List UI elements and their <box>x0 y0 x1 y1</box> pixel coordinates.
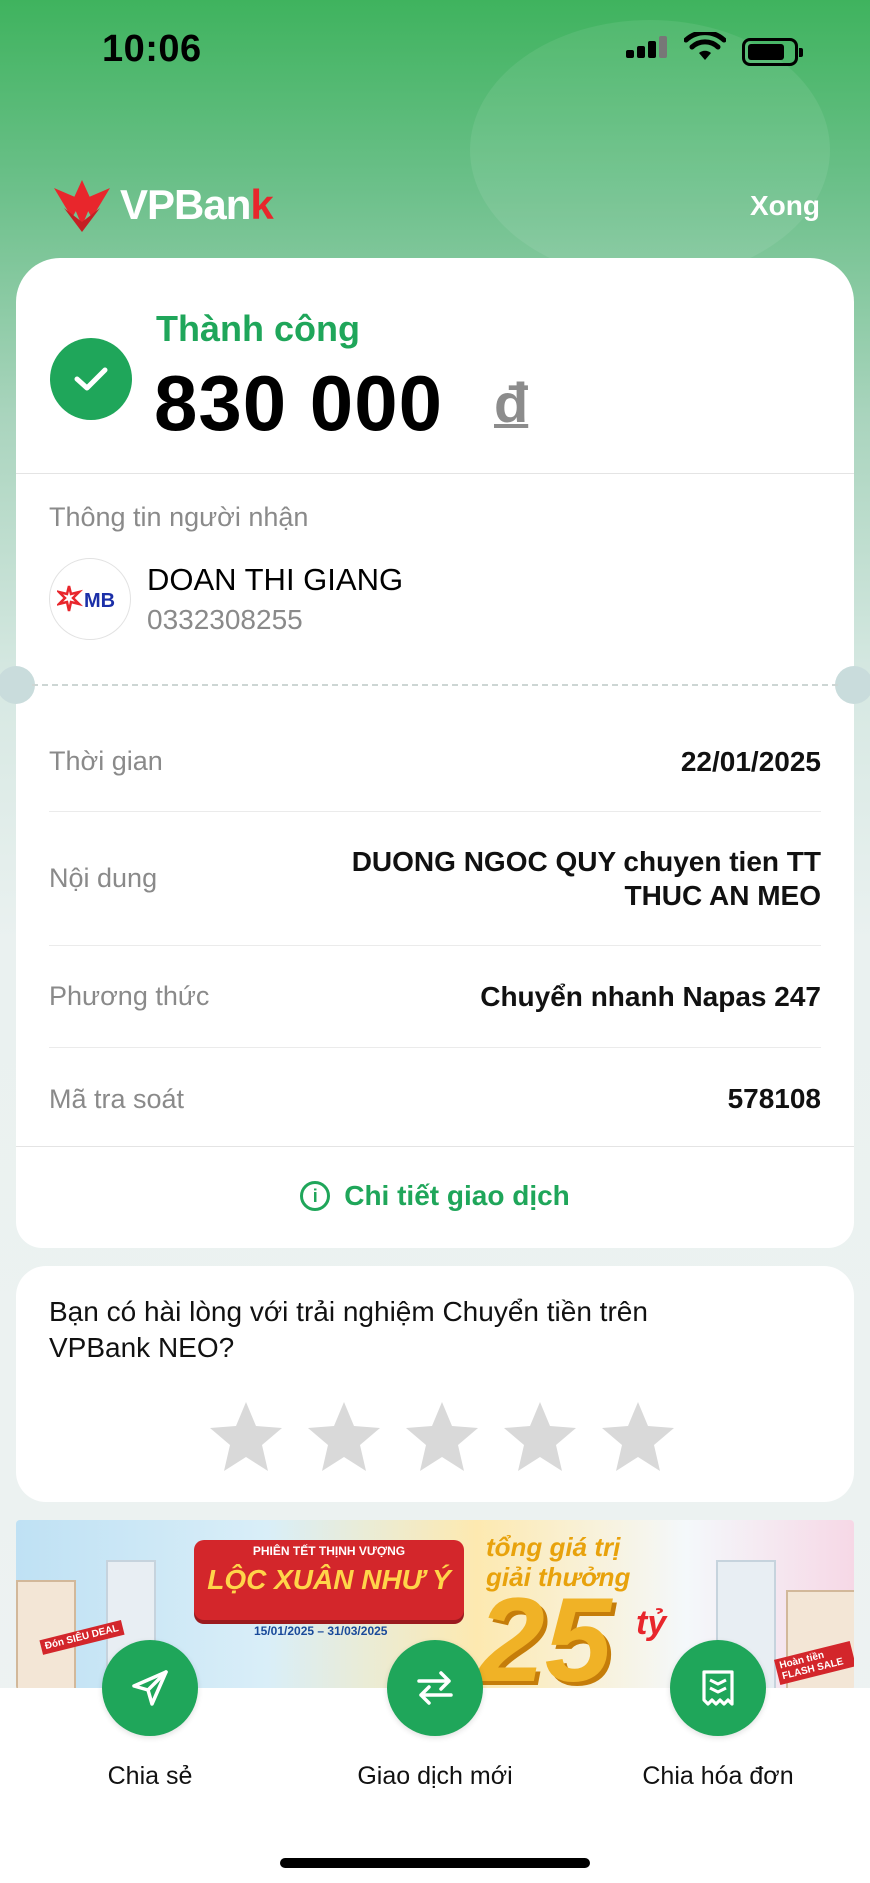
recipient-account-number: 0332308255 <box>147 604 303 635</box>
transaction-details: Thời gian 22/01/2025 Nội dung DUONG NGOC… <box>49 712 821 1150</box>
battery-icon <box>742 38 803 66</box>
new-transaction-button-label: Giao dịch mới <box>357 1762 513 1790</box>
done-button[interactable]: Xong <box>750 190 820 222</box>
detail-label: Nội dung <box>49 863 158 893</box>
share-button[interactable]: Chia sẻ <box>60 1640 240 1791</box>
detail-value: DUONG NGOC QUY chuyen tien TT THUC AN ME… <box>351 845 821 911</box>
detail-label: Thời gian <box>49 746 163 776</box>
recipient-name: DOAN THI GIANG <box>147 562 404 597</box>
star-icon[interactable] <box>402 1396 482 1476</box>
detail-row-content: Nội dung DUONG NGOC QUY chuyen tien TT T… <box>49 812 821 946</box>
status-bar: 10:06 <box>0 0 870 100</box>
success-header: Thành công 830 000 đ <box>16 258 854 474</box>
ticket-notch-left <box>0 666 35 704</box>
detail-value: 22/01/2025 <box>680 745 821 777</box>
detail-label: Phương thức <box>49 981 210 1011</box>
ticket-notch-right <box>835 666 870 704</box>
star-rating <box>206 1396 696 1476</box>
new-transaction-button[interactable]: Giao dịch mới <box>345 1640 525 1791</box>
star-icon[interactable] <box>500 1396 580 1476</box>
detail-row-method: Phương thức Chuyển nhanh Napas 247 <box>49 946 821 1048</box>
feedback-survey-card: Bạn có hài lòng với trải nghiệm Chuyển t… <box>16 1266 854 1502</box>
star-icon[interactable] <box>206 1396 286 1476</box>
banner-title: LỘC XUÂN NHƯ Ý <box>207 1564 451 1595</box>
detail-value: Chuyển nhanh Napas 247 <box>480 980 821 1012</box>
banner-date-range: 15/01/2025 – 31/03/2025 <box>254 1624 388 1638</box>
banner-prize-unit: tỷ <box>636 1604 667 1642</box>
banner-subtitle: PHIÊN TẾT THỊNH VƯỢNG <box>252 1544 406 1558</box>
wifi-icon <box>684 32 726 60</box>
brand-name: VPBank <box>120 181 274 228</box>
survey-question: Bạn có hài lòng với trải nghiệm Chuyển t… <box>49 1296 648 1363</box>
swap-icon <box>387 1640 483 1736</box>
split-bill-button[interactable]: Chia hóa đơn <box>628 1640 808 1791</box>
detail-value: 578108 <box>727 1083 821 1114</box>
mb-bank-logo-icon: MB <box>57 585 115 612</box>
detail-label: Mã tra soát <box>49 1083 185 1114</box>
send-icon <box>102 1640 198 1736</box>
split-bill-button-label: Chia hóa đơn <box>642 1762 794 1790</box>
receipt-icon <box>670 1640 766 1736</box>
star-icon[interactable] <box>304 1396 384 1476</box>
detail-row-time: Thời gian 22/01/2025 <box>49 712 821 812</box>
status-time: 10:06 <box>102 28 202 70</box>
recipient-section-label: Thông tin người nhận <box>49 502 309 532</box>
banner-prize-label: tổng giá trị <box>486 1532 621 1562</box>
transaction-result-card: Thành công 830 000 đ Thông tin người nhậ… <box>0 258 870 1248</box>
dashed-divider <box>32 684 838 686</box>
currency-symbol: đ <box>494 371 529 434</box>
transaction-details-link-label: Chi tiết giao dịch <box>344 1180 570 1211</box>
bank-logo-avatar: MB <box>49 558 131 640</box>
vpbank-logo-mark-icon <box>54 180 110 232</box>
home-indicator[interactable] <box>280 1858 590 1868</box>
info-icon: i <box>300 1181 331 1211</box>
detail-row-trace-code: Mã tra soát 578108 <box>49 1048 821 1150</box>
transaction-details-link[interactable]: i Chi tiết giao dịch <box>16 1146 854 1246</box>
cellular-signal-icon <box>626 36 667 58</box>
share-button-label: Chia sẻ <box>107 1762 193 1790</box>
star-icon[interactable] <box>598 1396 678 1476</box>
svg-text:MB: MB <box>84 590 115 612</box>
transaction-status: Thành công <box>156 308 360 349</box>
transaction-amount: 830 000 <box>154 359 443 447</box>
success-check-icon <box>50 338 132 420</box>
vpbank-logo: VPBank <box>50 178 274 232</box>
